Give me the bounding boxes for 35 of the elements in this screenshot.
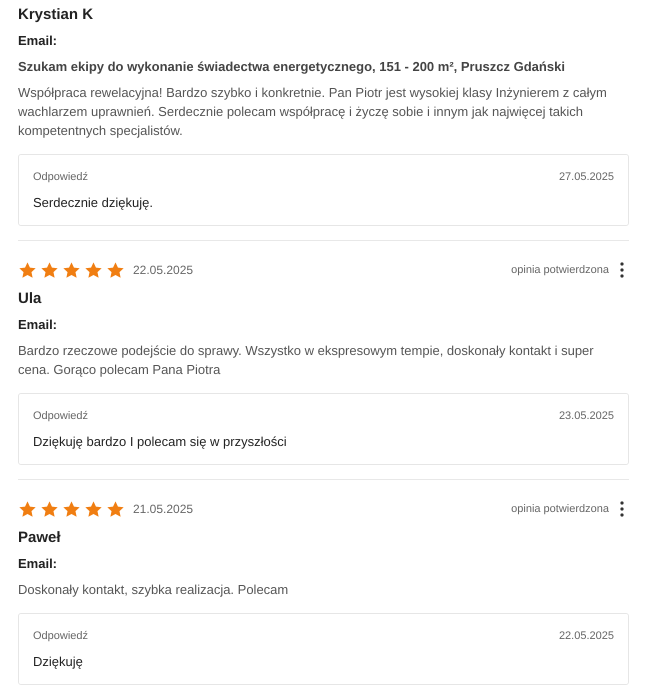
email-label: Email: [18, 555, 58, 573]
star-icon [62, 500, 81, 518]
reply-text: Serdecznie dziękuję. [33, 194, 154, 212]
review-text: Doskonały kontakt, szybka realizacja. Polecam [18, 581, 290, 599]
job-title: Szukam ekipy do wykonanie świadectwa energetycznego, 151 - 200 m², Pruszcz Gdański [18, 58, 566, 76]
star-icon [106, 500, 125, 518]
verified-label: opinia potwierdzona [511, 264, 609, 276]
reviewer-name: Paweł [18, 528, 62, 548]
reply-label: Odpowiedź [33, 170, 88, 185]
reviewer-name: Ula [18, 289, 42, 309]
reply-date: 22.05.2025 [558, 629, 614, 644]
star-icon [62, 261, 81, 279]
reviewer-name: Krystian K [18, 5, 94, 25]
reply-text: Dziękuję [33, 653, 84, 671]
review-text: Bardzo rzeczowe podejście do sprawy. Wszystko w ekspresowym tempie, doskonały kontakt i super cena. Gorąco polecam Pana Piotra [18, 342, 595, 379]
email-label: Email: [18, 316, 58, 334]
star-icon [18, 261, 37, 279]
more-icon[interactable] [619, 501, 625, 517]
more-icon[interactable] [619, 262, 625, 278]
review-date: 21.05.2025 [133, 502, 194, 516]
star-icon [84, 261, 103, 279]
reply-label: Odpowiedź [33, 629, 88, 644]
verified-label: opinia potwierdzona [511, 503, 609, 515]
star-icon [40, 261, 59, 279]
star-icon [18, 500, 37, 518]
reply-date: 23.05.2025 [558, 409, 614, 424]
review-date: 22.05.2025 [133, 263, 194, 277]
star-icon [106, 261, 125, 279]
email-label: Email: [18, 32, 58, 50]
reply-label: Odpowiedź [33, 409, 88, 424]
review-text: Współpraca rewelacyjna! Bardzo szybko i konkretnie. Pan Piotr jest wysokiej klasy Inżynierem z całym wachlarzem uprawnień. Serdecznie polecam współpracę i życzę sobie i innym jak najwięcej takich kompetentnych specjalistów. [18, 84, 608, 140]
reply-text: Dziękuję bardzo I polecam się w przyszłości [33, 433, 288, 451]
reply-date: 27.05.2025 [558, 170, 614, 185]
star-icon [40, 500, 59, 518]
star-icon [84, 500, 103, 518]
